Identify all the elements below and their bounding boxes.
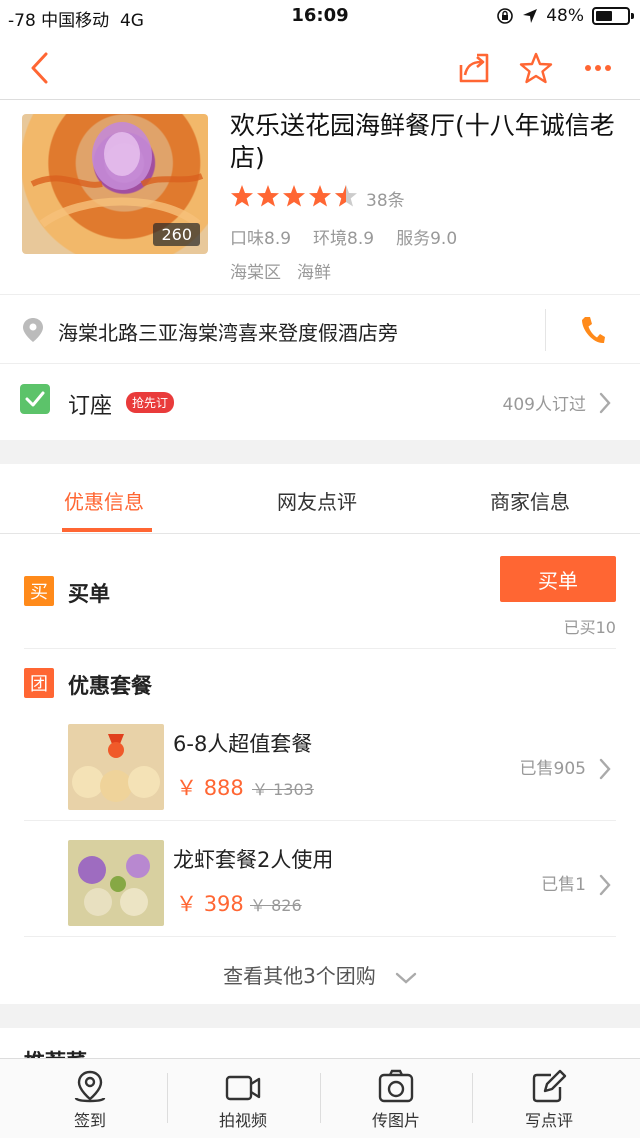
check-in-label: 签到 <box>73 1111 106 1130</box>
map-pin-icon <box>23 318 43 342</box>
upload-photo-label: 传图片 <box>371 1111 420 1130</box>
location-pin-icon <box>74 1070 106 1103</box>
packages-title: 优惠套餐 <box>68 674 152 698</box>
divider <box>24 936 616 937</box>
deal-original-price: ￥ 826 <box>250 892 302 916</box>
group-buy-tag-icon: 团 <box>24 668 54 698</box>
tab-reviews[interactable]: 网友点评 <box>277 486 357 515</box>
service-score: 服务9.0 <box>396 229 458 249</box>
write-review-icon <box>532 1069 567 1103</box>
deal-original-value: 1303 <box>273 780 314 799</box>
tab-offers[interactable]: 优惠信息 <box>64 486 144 515</box>
rating-stars <box>230 184 358 208</box>
navigation-bar <box>0 34 640 100</box>
environment-score: 环境8.9 <box>313 229 375 249</box>
tab-bar: 优惠信息 网友点评 商家信息 <box>0 464 640 534</box>
record-video-button[interactable]: 拍视频 <box>167 1059 319 1138</box>
chevron-down-icon <box>395 972 417 984</box>
write-review-label: 写点评 <box>524 1111 573 1130</box>
status-bar: -78 中国移动 4G 16:09 48% <box>0 0 640 34</box>
photo-upload-icon <box>378 1069 414 1103</box>
deal-photo <box>68 840 164 926</box>
star-icon <box>309 185 331 207</box>
offers-section: 买 买单 买单 已买10 团 优惠套餐 6-8人超值套餐 ￥ 888 ￥ 130… <box>0 534 640 1004</box>
deal-sold-count: 已售905 <box>519 759 586 779</box>
chevron-right-icon <box>599 392 611 414</box>
deal-currency: ￥ <box>176 776 197 800</box>
phone-icon[interactable] <box>580 315 606 345</box>
check-icon <box>20 384 50 414</box>
battery-icon <box>592 7 634 25</box>
shop-tags: 海棠区 海鲜 <box>230 258 331 283</box>
pay-bill-sold: 已买10 <box>563 618 616 637</box>
upload-photo-button[interactable]: 传图片 <box>320 1059 472 1138</box>
bottom-action-bar: 签到 拍视频 传图片 写点评 <box>0 1058 640 1138</box>
divider <box>24 648 616 649</box>
star-outline-icon[interactable] <box>514 46 558 90</box>
deal-original-currency: ￥ <box>252 780 269 799</box>
deal-original-price: ￥ 1303 <box>252 776 314 800</box>
star-icon <box>231 185 253 207</box>
category-tag: 海鲜 <box>297 263 331 283</box>
more-dots-icon[interactable] <box>576 46 620 90</box>
deal-price: ￥ 398 <box>176 888 244 918</box>
chevron-right-icon <box>599 758 611 780</box>
deal-price-value: 398 <box>203 892 244 916</box>
record-video-label: 拍视频 <box>218 1111 267 1130</box>
write-review-button[interactable]: 写点评 <box>473 1059 625 1138</box>
more-deals-link: 查看其他3个团购 <box>223 964 376 988</box>
orientation-lock-icon <box>497 8 514 24</box>
tab-merchant-info[interactable]: 商家信息 <box>490 486 570 515</box>
video-camera-icon <box>225 1075 261 1101</box>
status-right: 48% <box>496 6 634 26</box>
star-icon <box>283 185 305 207</box>
buy-tag-icon: 买 <box>24 576 54 606</box>
deal-price-value: 888 <box>203 776 244 800</box>
address-text: 海棠北路三亚海棠湾喜来登度假酒店旁 <box>58 321 398 345</box>
deal-price: ￥ 888 <box>176 772 244 802</box>
battery-percent: 48% <box>546 6 584 26</box>
check-in-button[interactable]: 签到 <box>14 1059 166 1138</box>
pay-bill-row: 买 买单 买单 已买10 <box>0 534 640 648</box>
booking-row[interactable]: 订座 抢先订 409人订过 <box>0 364 640 440</box>
deal-item[interactable]: 6-8人超值套餐 ￥ 888 ￥ 1303 已售905 <box>0 704 640 820</box>
review-count[interactable]: 38条 <box>366 186 405 211</box>
deal-item[interactable]: 龙虾套餐2人使用 ￥ 398 ￥ 826 已售1 <box>0 820 640 936</box>
booking-label: 订座 <box>68 394 113 419</box>
photo-count-badge: 260 <box>153 223 200 246</box>
shop-photo[interactable]: 260 <box>22 114 208 254</box>
deal-original-value: 826 <box>271 896 302 915</box>
deal-name: 6-8人超值套餐 <box>173 732 313 756</box>
early-booking-badge: 抢先订 <box>126 392 175 413</box>
active-tab-indicator <box>62 528 152 532</box>
pay-bill-button[interactable]: 买单 <box>500 556 616 602</box>
deal-sold-count: 已售1 <box>541 875 586 895</box>
deal-original-currency: ￥ <box>250 896 267 915</box>
score-list: 口味8.9 环境8.9 服务9.0 <box>230 224 457 249</box>
deal-currency: ￥ <box>176 892 197 916</box>
shop-header: 260 欢乐送花园海鲜餐厅(十八年诚信老店) 38条 口味8.9 环境8.9 服… <box>0 100 640 440</box>
chevron-left-icon[interactable] <box>18 46 62 90</box>
taste-score: 口味8.9 <box>230 229 292 249</box>
share-icon[interactable] <box>452 46 496 90</box>
more-deals-row[interactable]: 查看其他3个团购 <box>0 938 640 1004</box>
address-row[interactable]: 海棠北路三亚海棠湾喜来登度假酒店旁 <box>0 294 640 364</box>
chevron-right-icon <box>599 874 611 896</box>
address-divider <box>545 309 546 351</box>
district-tag: 海棠区 <box>230 263 281 283</box>
shop-name: 欢乐送花园海鲜餐厅(十八年诚信老店) <box>230 111 615 172</box>
location-arrow-icon <box>523 9 538 23</box>
booked-count: 409人订过 <box>502 395 586 415</box>
half-star-icon <box>335 185 357 207</box>
deal-photo <box>68 724 164 810</box>
star-icon <box>257 185 279 207</box>
deal-name: 龙虾套餐2人使用 <box>173 848 334 872</box>
pay-bill-label: 买单 <box>68 582 110 606</box>
